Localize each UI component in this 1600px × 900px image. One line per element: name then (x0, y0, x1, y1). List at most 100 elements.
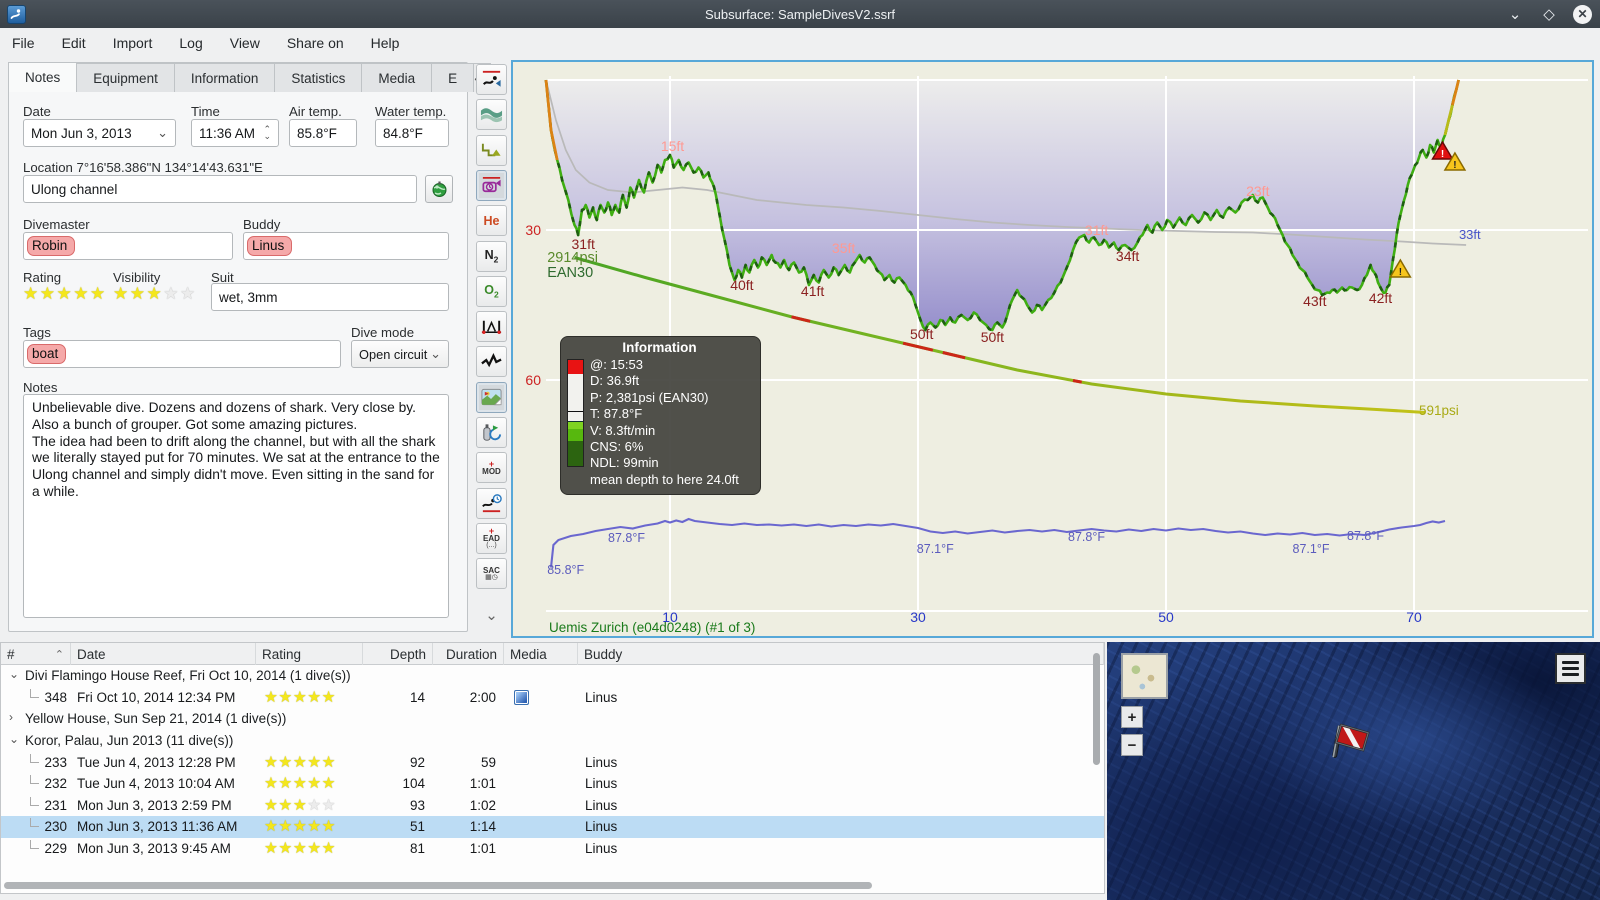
tab-information[interactable]: Information (173, 63, 276, 92)
dive-buddy: Linus (585, 819, 618, 835)
dive-row-348[interactable]: 348 Fri Oct 10, 2014 12:34 PM ★★★★★ 14 2:00 L… (1, 687, 1104, 709)
menu-item-help[interactable]: Help (371, 35, 400, 51)
dive-site-map[interactable]: + − (1107, 642, 1600, 900)
column-header-media[interactable]: Media (504, 643, 578, 665)
dive-number: 233 (1, 753, 71, 770)
dive-trip-row[interactable]: ⌄ Divi Flamingo House Reef, Fri Oct 10, 2… (1, 665, 1104, 687)
dc-reported-ceiling-icon[interactable] (476, 169, 507, 201)
tank-bar-icon[interactable] (476, 417, 507, 448)
star-icon: ★ (163, 284, 180, 303)
menu-bar: File Edit Import Log View Share on Help (0, 28, 1600, 58)
buddy-tag[interactable]: Linus (247, 236, 293, 256)
map-overview-thumbnail[interactable] (1121, 653, 1168, 699)
star-icon: ★ (321, 753, 337, 771)
dive-flag-marker[interactable] (1325, 720, 1377, 771)
air-temp-field[interactable]: 85.8°F (289, 119, 357, 147)
menu-item-share-on[interactable]: Share on (287, 35, 344, 51)
divemaster-field[interactable]: Robin (23, 232, 233, 260)
column-header-rating[interactable]: Rating (256, 643, 363, 665)
visibility-stars[interactable]: ★★★★★ (113, 284, 197, 304)
chart-label: 23ft (1246, 183, 1269, 199)
photos-icon[interactable] (476, 381, 507, 413)
dive-mode-icon[interactable] (476, 64, 507, 95)
chevron-down-icon: ⌄ (157, 125, 168, 140)
dive-trip-row[interactable]: › Yellow House, Sun Sep 21, 2014 (1 dive(… (1, 708, 1104, 730)
rating-label: Rating (23, 270, 62, 285)
water-temp-field[interactable]: 84.8°F (375, 119, 449, 147)
menu-item-log[interactable]: Log (179, 35, 202, 51)
star-icon: ★ (307, 840, 322, 858)
dive-row-230[interactable]: 230 Mon Jun 3, 2013 11:36 AM ★★★★★ 51 1:14 Li… (1, 816, 1104, 838)
dive-trip-row[interactable]: ⌄ Koror, Palau, Jun 2013 (11 dive(s)) (1, 730, 1104, 752)
star-icon: ★ (307, 775, 322, 793)
dive-list-horizontal-scrollbar[interactable] (4, 882, 1094, 889)
tab-equipment[interactable]: Equipment (76, 63, 175, 92)
map-zoom-in-button[interactable]: + (1121, 706, 1143, 728)
dive-list-vertical-scrollbar[interactable] (1093, 653, 1100, 883)
dive-row-231[interactable]: 231 Mon Jun 3, 2013 2:59 PM ★★★★★ 93 1:02 Lin… (1, 795, 1104, 817)
location-field[interactable]: Ulong channel (23, 175, 417, 203)
menu-item-edit[interactable]: Edit (62, 35, 86, 51)
minimize-button[interactable]: ⌄ (1505, 4, 1525, 24)
notes-textarea[interactable]: Unbelievable dive. Dozens and dozens of … (23, 394, 449, 618)
tab-media[interactable]: Media (361, 63, 433, 92)
tab-statistics[interactable]: Statistics (274, 63, 363, 92)
calculated-ceiling-icon[interactable] (476, 134, 507, 166)
map-zoom-out-button[interactable]: − (1121, 734, 1143, 756)
dive-mode-select[interactable]: Open circuit ⌄ (351, 340, 449, 368)
menu-item-file[interactable]: File (12, 35, 35, 51)
mod-icon[interactable]: + MOD (476, 452, 507, 484)
ead-icon[interactable]: + EAD (...) (476, 522, 507, 554)
surface-waves-icon[interactable] (476, 99, 507, 131)
column-header-date[interactable]: Date (71, 643, 256, 665)
star-icon: ★ (278, 818, 293, 836)
suit-field[interactable]: wet, 3mm (211, 283, 449, 311)
heart-rate-icon[interactable] (476, 346, 507, 378)
dive-row-233[interactable]: 233 Tue Jun 4, 2013 12:28 PM ★★★★★ 92 59 Linu… (1, 751, 1104, 773)
tab-notes[interactable]: Notes (8, 62, 78, 92)
tooltip-row: NDL: 99min (590, 455, 659, 471)
pressure-o2-icon[interactable]: O2 (476, 275, 507, 307)
menu-item-import[interactable]: Import (113, 35, 153, 51)
tags-field[interactable]: boat (23, 340, 341, 368)
time-field[interactable]: 11:36 AM ⌃ ⌄ (191, 119, 279, 147)
rating-stars[interactable]: ★★★★★ (23, 284, 107, 304)
buddy-field[interactable]: Linus (243, 232, 449, 260)
divemaster-tag[interactable]: Robin (27, 236, 76, 256)
column-header-num[interactable]: # ⌃ (1, 643, 71, 665)
chevron-down-icon[interactable]: ⌄ (9, 667, 19, 681)
chevron-down-icon[interactable]: ⌄ (9, 732, 19, 746)
close-button[interactable]: ✕ (1573, 4, 1592, 24)
star-icon: ★ (307, 688, 322, 706)
spinner-arrows-icon[interactable]: ⌃ ⌄ (263, 125, 271, 141)
column-header-duration[interactable]: Duration (433, 643, 504, 665)
chevron-right-icon[interactable]: › (9, 710, 13, 724)
sac-icon[interactable]: SAC ▦◷ (476, 558, 507, 590)
svg-text:!: ! (1441, 149, 1444, 160)
media-thumbnail-icon[interactable] (514, 689, 529, 705)
date-field[interactable]: Mon Jun 3, 2013 ⌄ (23, 119, 176, 147)
dive-row-232[interactable]: 232 Tue Jun 4, 2013 10:04 AM ★★★★★ 104 1:01 L… (1, 773, 1104, 795)
dive-number: 348 (1, 688, 71, 705)
menu-item-view[interactable]: View (230, 35, 260, 51)
column-header-buddy[interactable]: Buddy (578, 643, 1104, 665)
globe-button[interactable] (425, 175, 453, 203)
tag-chip[interactable]: boat (27, 344, 67, 364)
pressure-n2-icon[interactable]: N2 (476, 240, 507, 272)
time-axis-tick: 50 (1158, 609, 1174, 625)
tab-e[interactable]: E (431, 63, 475, 92)
toolbar-collapse-button[interactable]: ⌄ (476, 606, 507, 628)
map-menu-button[interactable] (1555, 653, 1586, 684)
chart-label: 42ft (1369, 290, 1392, 306)
ndl-icon[interactable] (476, 487, 507, 519)
star-icon: ★ (278, 796, 293, 814)
dive-row-229[interactable]: 229 Mon Jun 3, 2013 9:45 AM ★★★★★ 81 1:01 Lin… (1, 838, 1104, 860)
star-icon: ★ (56, 284, 74, 303)
ruler-icon[interactable] (476, 311, 507, 343)
chevron-down-icon: ⌄ (430, 346, 441, 361)
column-header-depth[interactable]: Depth (363, 643, 433, 665)
tooltip-row: CNS: 6% (590, 439, 644, 455)
pressure-he-icon[interactable]: He (476, 205, 507, 237)
maximize-button[interactable]: ◇ (1539, 4, 1559, 24)
information-tooltip[interactable]: Information @: 15:53 D: 36.9ft P: 2,381psi… (560, 336, 761, 496)
